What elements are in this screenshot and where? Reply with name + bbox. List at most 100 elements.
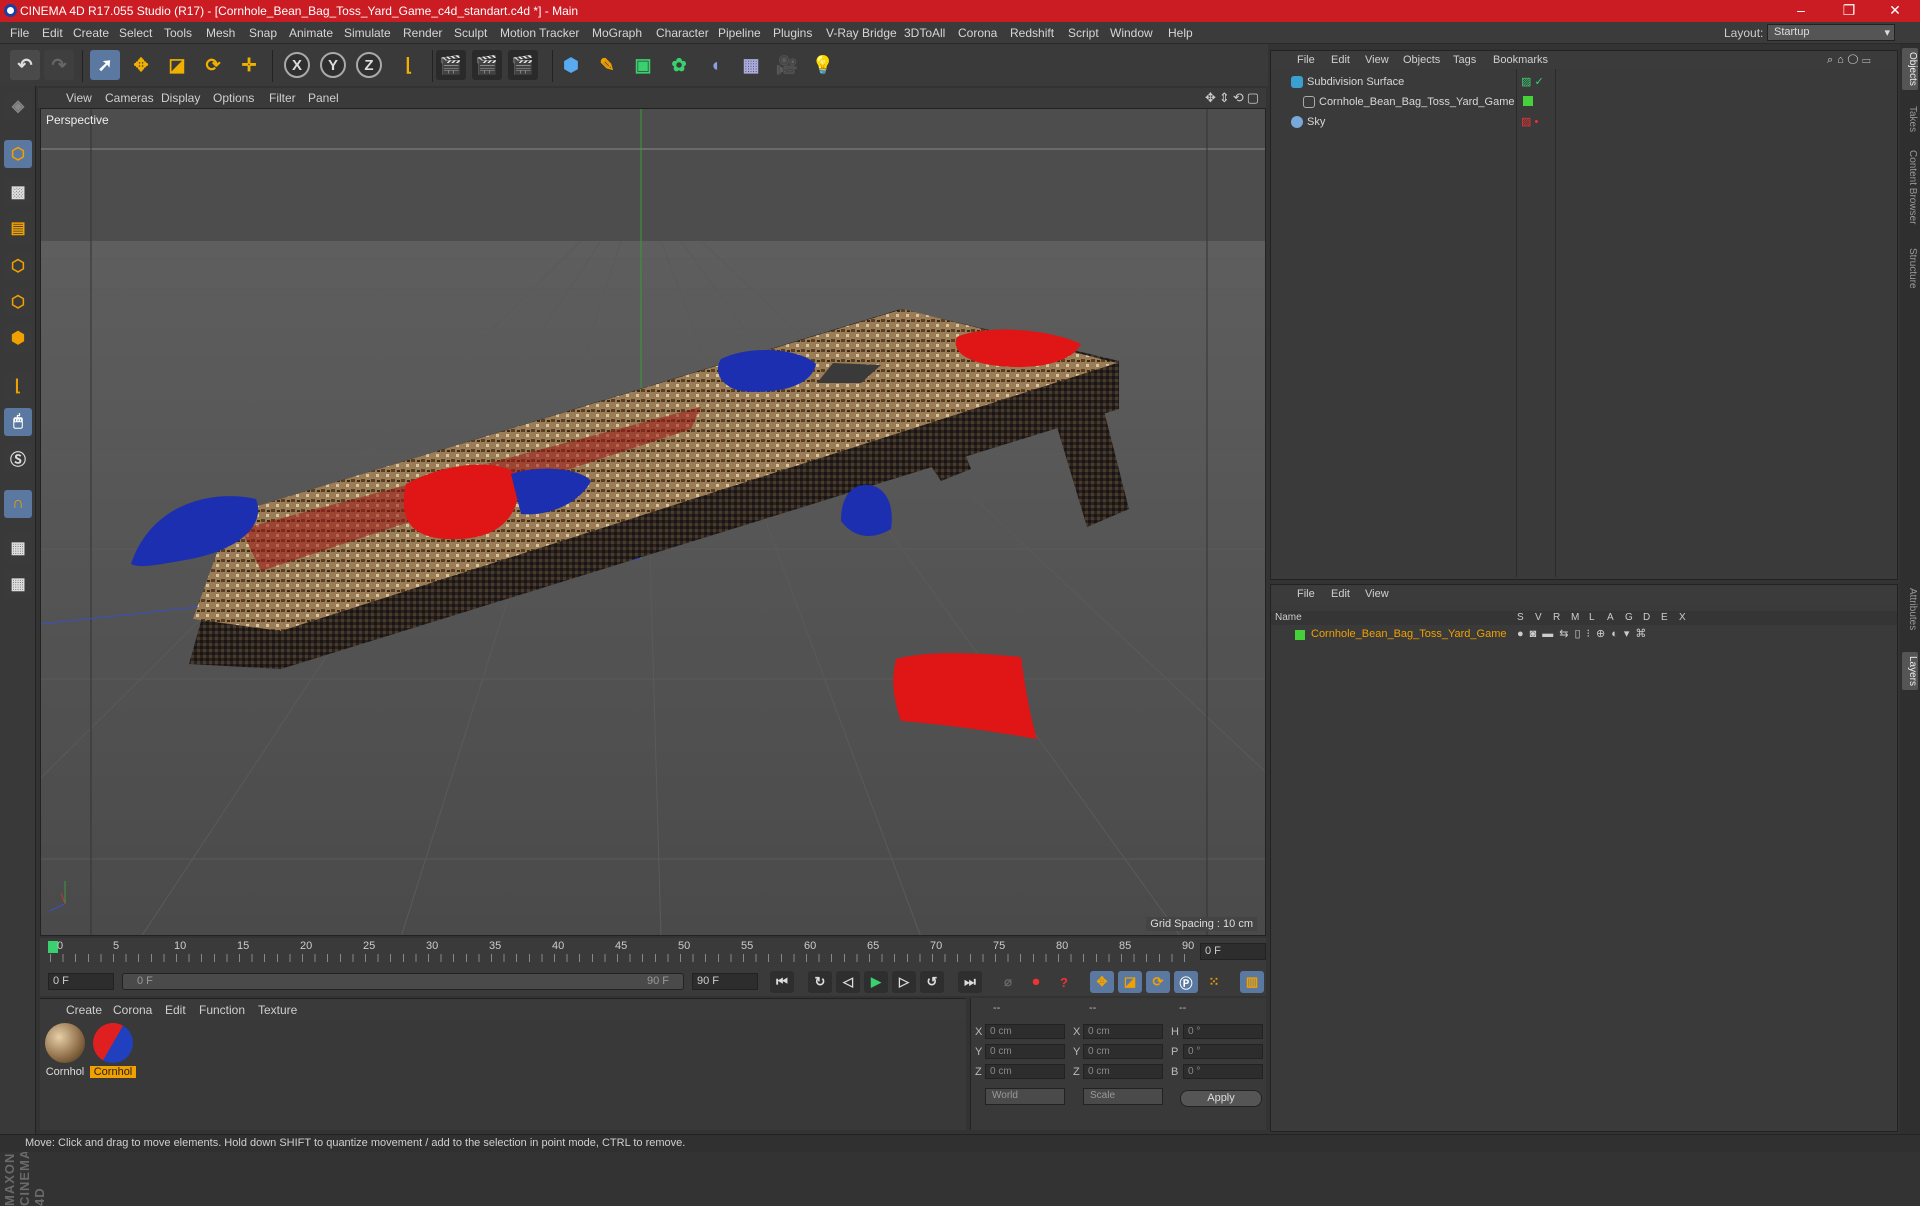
menu-help[interactable]: Help <box>1168 26 1193 40</box>
size-y-field[interactable]: 0 cm <box>1083 1044 1163 1059</box>
object-menu-file[interactable]: File <box>1297 54 1315 66</box>
keyframe-selection-icon[interactable]: ? <box>1052 971 1076 993</box>
play-icon[interactable]: ▶ <box>864 971 888 993</box>
layer-color-tag[interactable] <box>1523 96 1533 106</box>
snap-icon[interactable]: Ⓢ <box>4 444 32 472</box>
position-x-field[interactable]: 0 cm <box>985 1024 1065 1039</box>
auto-keying-icon[interactable]: ⏺ <box>1024 971 1048 993</box>
end-frame-field[interactable]: 90 F <box>692 973 758 990</box>
minimize-button[interactable]: – <box>1786 2 1816 18</box>
render-picture-viewer-icon[interactable]: 🎬 <box>472 50 502 80</box>
floor-object-icon[interactable]: ▦ <box>736 50 766 80</box>
menu-mesh[interactable]: Mesh <box>206 26 235 40</box>
menu-plugins[interactable]: Plugins <box>773 26 812 40</box>
viewport-menu-display[interactable]: Display <box>161 91 200 105</box>
rotate-tool-icon[interactable]: ⟳ <box>198 50 228 80</box>
enabled-check-icon[interactable]: ▨ ✓ <box>1521 75 1544 88</box>
visibility-dot-icon[interactable]: ▨ • <box>1521 115 1538 128</box>
key-rotation-icon[interactable]: ⟳ <box>1146 971 1170 993</box>
undo-icon[interactable]: ↶ <box>10 50 40 80</box>
apply-button[interactable]: Apply <box>1180 1090 1262 1107</box>
layer-menu-file[interactable]: File <box>1297 588 1315 600</box>
deformer-icon[interactable]: ◖ <box>700 50 730 80</box>
material-menu-corona[interactable]: Corona <box>113 1003 152 1017</box>
object-row-subdivision[interactable]: Subdivision Surface ▨ ✓ <box>1273 73 1893 92</box>
current-frame-field[interactable]: 0 F <box>1200 943 1266 960</box>
rotation-h-field[interactable]: 0 ° <box>1183 1024 1263 1039</box>
menu-pipeline[interactable]: Pipeline <box>718 26 761 40</box>
maximize-button[interactable]: ❐ <box>1834 2 1864 19</box>
object-menu-objects[interactable]: Objects <box>1403 54 1440 66</box>
perspective-viewport[interactable]: Perspective Grid Spacing : 10 cm <box>40 108 1266 936</box>
key-parameter-icon[interactable]: Ⓟ <box>1174 971 1198 993</box>
model-mode-icon[interactable]: ⬡ <box>4 140 32 168</box>
menu-window[interactable]: Window <box>1110 26 1153 40</box>
object-menu-tags[interactable]: Tags <box>1453 54 1476 66</box>
menu-animate[interactable]: Animate <box>289 26 333 40</box>
texture-mode-icon[interactable]: ▩ <box>4 178 32 206</box>
menu-motion-tracker[interactable]: Motion Tracker <box>500 26 579 40</box>
record-keys-icon[interactable]: ⌀ <box>996 971 1020 993</box>
object-menu-view[interactable]: View <box>1365 54 1389 66</box>
key-position-icon[interactable]: ✥ <box>1090 971 1114 993</box>
viewport-menu-filter[interactable]: Filter <box>269 91 296 105</box>
layer-menu-edit[interactable]: Edit <box>1331 588 1350 600</box>
object-row-sky[interactable]: Sky ▨ • <box>1273 113 1893 132</box>
live-selection-icon[interactable]: ➚ <box>90 50 120 80</box>
menu-file[interactable]: File <box>10 26 29 40</box>
coordinate-system-icon[interactable]: ⌊ <box>394 50 424 80</box>
menu-corona[interactable]: Corona <box>958 26 997 40</box>
material-menu-texture[interactable]: Texture <box>258 1003 297 1017</box>
points-mode-icon[interactable]: ⬡ <box>4 252 32 280</box>
viewport-menu-panel[interactable]: Panel <box>308 91 339 105</box>
menu-character[interactable]: Character <box>656 26 709 40</box>
rotation-p-field[interactable]: 0 ° <box>1183 1044 1263 1059</box>
enable-axis-icon[interactable]: ⌊ <box>4 372 32 400</box>
layer-toggle-icons[interactable]: ●◙▬⇆▯⁝⊕◐▾⌘ <box>1517 627 1652 640</box>
menu-snap[interactable]: Snap <box>249 26 277 40</box>
tab-attributes[interactable]: Attributes <box>1902 584 1918 634</box>
menu-tools[interactable]: Tools <box>164 26 192 40</box>
timeline-window-icon[interactable]: ▥ <box>1240 971 1264 993</box>
polygons-mode-icon[interactable]: ⬢ <box>4 324 32 352</box>
z-axis-lock-icon[interactable]: Z <box>356 52 382 78</box>
viewport-menu-options[interactable]: Options <box>213 91 254 105</box>
position-z-field[interactable]: 0 cm <box>985 1064 1065 1079</box>
material-menu-create[interactable]: Create <box>66 1003 102 1017</box>
move-tool-icon[interactable]: ✥ <box>126 50 156 80</box>
viewport-menu-cameras[interactable]: Cameras <box>105 91 154 105</box>
redo-icon[interactable]: ↷ <box>44 50 74 80</box>
coordinate-space-select[interactable]: World <box>985 1088 1065 1105</box>
key-scale-icon[interactable]: ◪ <box>1118 971 1142 993</box>
tab-takes[interactable]: Takes <box>1902 102 1918 136</box>
camera-object-icon[interactable]: 🎥 <box>772 50 802 80</box>
object-search-icons[interactable]: ⌕⌂◯▭ <box>1827 54 1874 67</box>
viewport-menu-view[interactable]: View <box>66 91 92 105</box>
tweak-mode-icon[interactable]: 🖱 <box>4 408 32 436</box>
menu-create[interactable]: Create <box>73 26 109 40</box>
rotation-b-field[interactable]: 0 ° <box>1183 1064 1263 1079</box>
magnet-icon[interactable]: ∩ <box>4 490 32 518</box>
timeline-ruler[interactable]: 0 5 10 15 20 25 30 35 40 45 50 55 60 65 … <box>40 938 1266 968</box>
x-axis-lock-icon[interactable]: X <box>284 52 310 78</box>
menu-3dtoall[interactable]: 3DToAll <box>904 26 945 40</box>
next-key-icon[interactable]: ↺ <box>920 971 944 993</box>
scale-tool-icon[interactable]: ◪ <box>162 50 192 80</box>
object-menu-edit[interactable]: Edit <box>1331 54 1350 66</box>
size-z-field[interactable]: 0 cm <box>1083 1064 1163 1079</box>
key-pla-icon[interactable]: ⁙ <box>1202 971 1226 993</box>
render-view-icon[interactable]: 🎬 <box>436 50 466 80</box>
workplane-mode-icon[interactable]: ▤ <box>4 214 32 242</box>
next-frame-icon[interactable]: ▷ <box>892 971 916 993</box>
workplane-lock-icon[interactable]: ▦ <box>4 534 32 562</box>
make-editable-icon[interactable]: ◈ <box>4 92 32 120</box>
menu-sculpt[interactable]: Sculpt <box>454 26 487 40</box>
layout-select[interactable]: Startup ▾ <box>1767 24 1895 41</box>
layer-row[interactable]: Cornhole_Bean_Bag_Toss_Yard_Game ●◙▬⇆▯⁝⊕… <box>1271 627 1897 643</box>
menu-render[interactable]: Render <box>403 26 442 40</box>
start-frame-field[interactable]: 0 F <box>48 973 114 990</box>
tab-structure[interactable]: Structure <box>1902 244 1918 293</box>
subdivision-surface-icon[interactable]: ▣ <box>628 50 658 80</box>
material-menu-edit[interactable]: Edit <box>165 1003 186 1017</box>
pen-spline-icon[interactable]: ✎ <box>592 50 622 80</box>
